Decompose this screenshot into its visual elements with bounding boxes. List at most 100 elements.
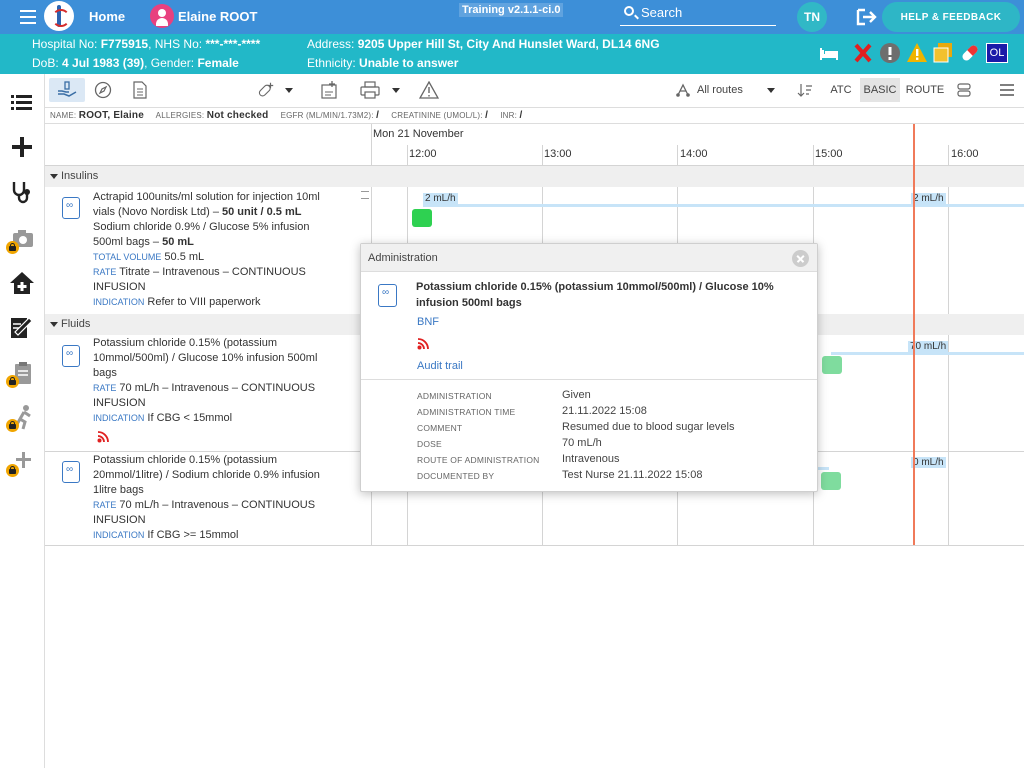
address-label: Address: — [307, 37, 355, 51]
infusion-icon[interactable] — [62, 461, 80, 483]
user-avatar[interactable]: TN — [797, 2, 827, 32]
current-time-line — [913, 124, 915, 545]
detail-row: ADMINISTRATION Given — [417, 389, 807, 405]
section-header-insulins[interactable]: Insulins — [45, 166, 1024, 187]
egfr-label: EGFR (ML/MIN/1.73M2): — [280, 111, 374, 120]
row-menu-icon[interactable] — [361, 191, 369, 199]
home-link[interactable]: Home — [89, 9, 125, 24]
document-button[interactable] — [128, 78, 152, 102]
list-icon[interactable] — [7, 88, 37, 118]
print-button[interactable] — [357, 78, 403, 102]
ol-badge-icon[interactable]: OL — [986, 43, 1008, 63]
camera-icon-locked[interactable] — [6, 224, 37, 254]
drug-name-line: Potassium chloride 0.15% (potassium — [93, 337, 278, 349]
clinical-info-bar: NAME: ROOT, Elaine ALLERGIES: Not checke… — [45, 108, 1024, 124]
drug-row-actrapid[interactable]: Actrapid 100units/ml solution for inject… — [93, 190, 345, 310]
rate-label: RATE — [93, 383, 117, 393]
order-set-button[interactable] — [317, 78, 341, 102]
add-icon[interactable] — [7, 132, 37, 162]
search-icon — [624, 6, 634, 16]
route-icon — [676, 83, 690, 97]
administration-marker-stop[interactable] — [821, 472, 841, 490]
patient-name[interactable]: Elaine ROOT — [178, 9, 257, 24]
routes-label: All routes — [697, 84, 743, 96]
close-icon[interactable] — [792, 250, 809, 267]
drug-row-potassium-sodium[interactable]: Potassium chloride 0.15% (potassium 20mm… — [93, 453, 345, 543]
bnf-link[interactable]: BNF — [417, 316, 439, 328]
high-risk-icon — [417, 338, 429, 350]
route-view-button[interactable]: ROUTE — [904, 78, 946, 102]
document-icon — [133, 81, 147, 99]
indication-line: INDICATION Refer to VIII paperwork — [93, 295, 345, 310]
pill-icon[interactable] — [959, 42, 981, 64]
signature-icon[interactable] — [7, 312, 37, 342]
detail-value: Intravenous — [562, 453, 620, 465]
app-logo[interactable] — [44, 1, 74, 31]
lock-icon — [6, 419, 19, 432]
nhs-label: , NHS No: — [148, 37, 203, 51]
routes-dropdown[interactable]: All routes — [675, 78, 775, 102]
hamburger-icon — [1000, 84, 1014, 96]
rate-label-mid: 0 mL/h — [911, 457, 946, 468]
red-cross-icon[interactable] — [852, 42, 874, 64]
rate-label-mid: 2 mL/h — [911, 193, 946, 204]
gender-value: Female — [197, 56, 239, 70]
rate-value: Titrate – Intravenous – CONTINUOUS — [119, 266, 306, 278]
detail-row: COMMENT Resumed due to blood sugar levels — [417, 421, 807, 437]
administration-marker-restart[interactable] — [822, 356, 842, 374]
help-feedback-button[interactable]: HELP & FEEDBACK — [882, 2, 1020, 32]
add-locked-icon[interactable] — [6, 447, 37, 477]
environment-label: Training v2.1.1-ci.0 — [459, 3, 564, 17]
allergies-value[interactable]: Not checked — [207, 110, 269, 121]
rate-value-cont: INFUSION — [93, 514, 146, 526]
infusion-icon[interactable] — [62, 197, 80, 219]
sort-button[interactable] — [794, 78, 816, 102]
administer-hand-button[interactable] — [49, 78, 85, 102]
compass-icon — [94, 81, 112, 99]
administration-marker-given[interactable] — [412, 209, 432, 227]
chevron-down-icon — [392, 87, 400, 93]
exclamation-circle-icon[interactable] — [879, 42, 901, 64]
layout-toggle-button[interactable] — [953, 78, 975, 102]
chart-toolbar: All routes ATC BASIC ROUTE — [45, 74, 1024, 108]
bed-icon[interactable] — [818, 42, 840, 64]
compass-button[interactable] — [91, 78, 115, 102]
order-set-icon — [321, 81, 337, 99]
dob-value: 4 Jul 1983 (39) — [62, 56, 145, 70]
chevron-down-icon — [285, 87, 293, 93]
total-volume-line: TOTAL VOLUME 50.5 mL — [93, 250, 345, 265]
hour-label: 12:00 — [409, 148, 437, 160]
infusion-icon[interactable] — [62, 345, 80, 367]
inr-value: / — [519, 110, 523, 121]
detail-key: ADMINISTRATION TIME — [417, 407, 516, 417]
basic-view-button[interactable]: BASIC — [860, 78, 900, 102]
name-value: ROOT, Elaine — [78, 110, 144, 121]
warnings-button[interactable] — [417, 78, 441, 102]
drug-name-line: vials (Novo Nordisk Ltd) – 50 unit / 0.5… — [93, 205, 345, 220]
add-prescription-button[interactable] — [257, 78, 293, 102]
menu-icon[interactable] — [20, 10, 36, 24]
administration-popup: Administration Potassium chloride 0.15% … — [360, 243, 818, 492]
drug-dose: 50 mL — [162, 236, 194, 248]
rate-label-start: 2 mL/h — [423, 193, 458, 204]
home-medical-icon[interactable] — [7, 268, 37, 298]
ethnicity-value: Unable to answer — [359, 56, 459, 70]
atc-view-button[interactable]: ATC — [827, 78, 855, 102]
warning-triangle-icon[interactable] — [906, 42, 928, 64]
search-input[interactable]: Search — [620, 3, 776, 26]
detail-row: ADMINISTRATION TIME 21.11.2022 15:08 — [417, 405, 807, 421]
drug-row-potassium-glucose[interactable]: Potassium chloride 0.15% (potassium 10mm… — [93, 336, 345, 426]
layout-icon — [957, 83, 971, 97]
clipboard-icon-locked[interactable] — [6, 358, 37, 388]
activity-icon-locked[interactable] — [6, 402, 37, 432]
detail-key: COMMENT — [417, 423, 463, 433]
logout-icon[interactable] — [856, 8, 878, 26]
indication-label: INDICATION — [93, 530, 145, 540]
more-menu-button[interactable] — [995, 78, 1019, 102]
documents-icon[interactable] — [932, 42, 954, 64]
creatinine-value: / — [485, 110, 489, 121]
audit-trail-link[interactable]: Audit trail — [417, 360, 463, 372]
stethoscope-icon[interactable] — [7, 177, 37, 207]
lock-icon — [6, 375, 19, 388]
detail-value: 21.11.2022 15:08 — [562, 405, 647, 417]
